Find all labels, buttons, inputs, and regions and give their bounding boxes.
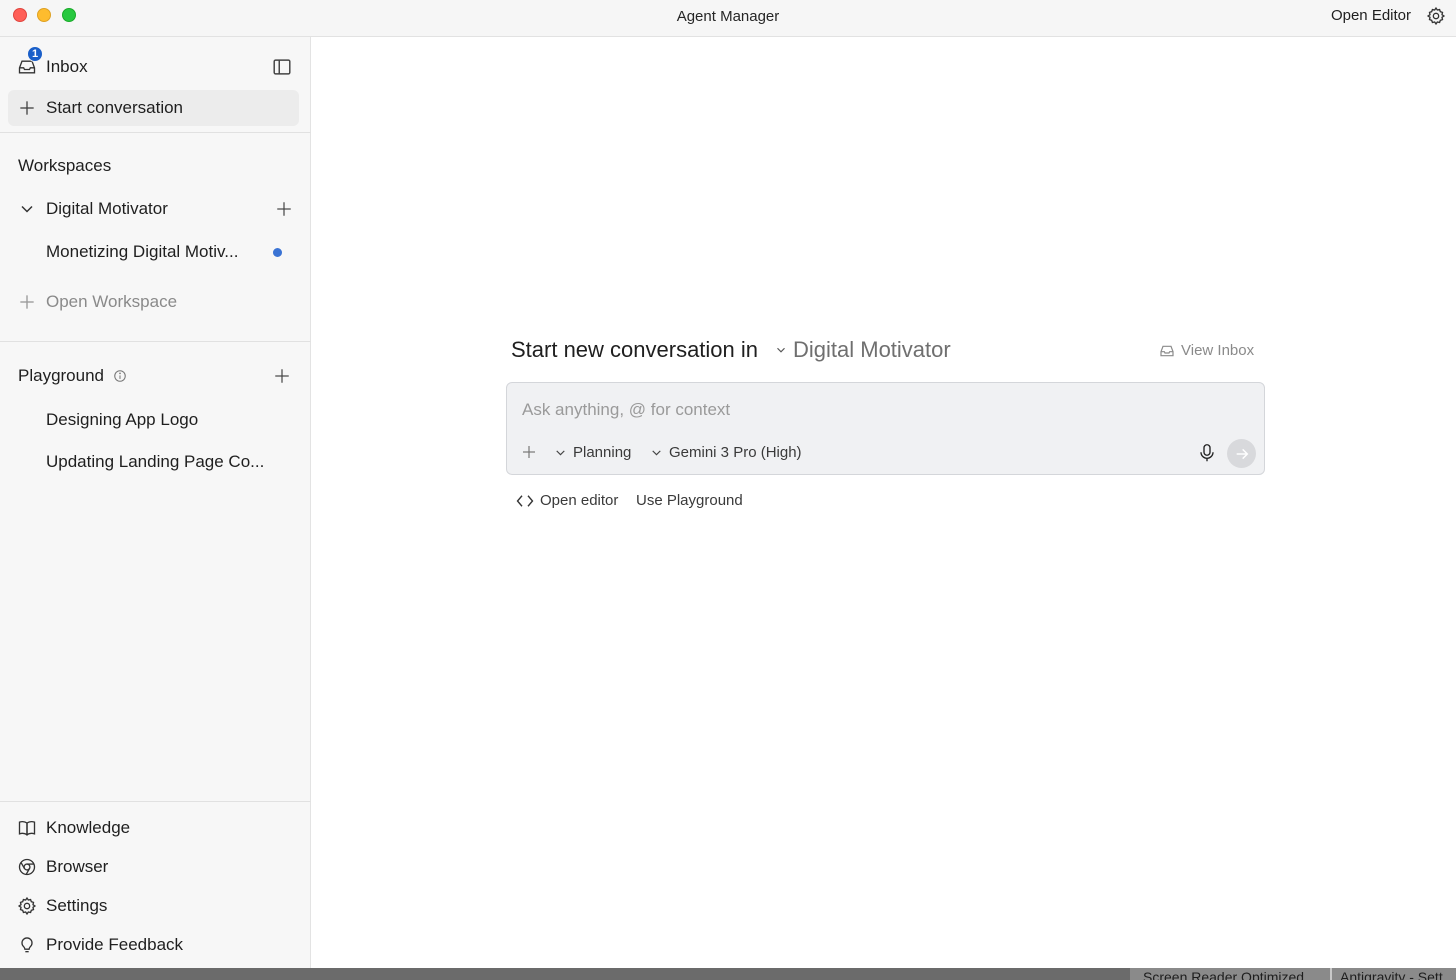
sidebar-item-label: Settings	[46, 896, 108, 915]
chrome-icon	[18, 858, 36, 876]
sidebar-item-settings[interactable]: Settings	[8, 888, 299, 924]
send-button[interactable]	[1227, 439, 1256, 468]
sidebar-divider	[0, 341, 311, 342]
gear-icon	[17, 896, 37, 916]
unread-dot	[273, 248, 282, 257]
code-icon	[516, 494, 534, 507]
model-dropdown[interactable]: Gemini 3 Pro (High)	[650, 444, 802, 461]
view-inbox-label: View Inbox	[1181, 342, 1255, 359]
workspace-digital-motivator[interactable]: Digital Motivator	[8, 191, 299, 227]
status-item-settings[interactable]: Antigravity - Sett	[1340, 969, 1443, 980]
chevron-down-icon	[652, 450, 661, 456]
workspaces-heading: Workspaces	[18, 156, 112, 175]
open-workspace-label: Open Workspace	[46, 292, 178, 311]
chevron-down-icon[interactable]	[17, 199, 37, 219]
inbox-badge: 1	[27, 46, 43, 62]
sidebar-item-knowledge[interactable]: Knowledge	[8, 810, 299, 846]
sidebar-toggle-icon[interactable]	[271, 56, 293, 78]
sidebar-item-inbox[interactable]: 1 Inbox	[8, 46, 299, 85]
app-window: Agent Manager Open Editor 1 Inbox Start …	[0, 0, 1456, 968]
status-item-screen-reader[interactable]: Screen Reader Optimized	[1143, 969, 1304, 980]
open-workspace-button[interactable]: Open Workspace	[8, 284, 299, 320]
status-strip: Screen Reader Optimized Antigravity - Se…	[1130, 968, 1456, 980]
info-icon[interactable]	[113, 369, 127, 383]
add-playground-plus-icon[interactable]	[273, 367, 291, 385]
sidebar-item-label: Knowledge	[46, 818, 131, 837]
chevron-down-icon[interactable]	[774, 343, 788, 357]
compose-heading: Start new conversation in	[511, 337, 759, 362]
settings-gear-icon[interactable]	[1426, 6, 1446, 26]
start-conversation-label: Start conversation	[46, 98, 184, 117]
mode-label: Planning	[573, 444, 632, 461]
playground-item-label: Updating Landing Page Co...	[46, 452, 265, 471]
sidebar-item-label: Provide Feedback	[46, 935, 184, 954]
plus-icon	[20, 101, 34, 115]
chevron-down-icon	[556, 450, 565, 456]
plus-icon	[20, 295, 34, 309]
add-context-plus-icon[interactable]	[521, 444, 537, 460]
microphone-icon[interactable]	[1198, 443, 1216, 463]
open-editor-link[interactable]: Open editor	[516, 492, 618, 509]
workspace-label: Digital Motivator	[46, 199, 168, 218]
mode-dropdown[interactable]: Planning	[554, 444, 631, 461]
view-inbox-link[interactable]: View Inbox	[1159, 342, 1254, 359]
conversation-label: Monetizing Digital Motiv...	[46, 242, 239, 261]
sidebar-item-label: Browser	[46, 857, 109, 876]
sidebar-item-feedback[interactable]: Provide Feedback	[8, 927, 299, 963]
sidebar-item-label: Inbox	[46, 57, 88, 76]
workspace-selector[interactable]: Digital Motivator	[793, 337, 951, 363]
main-content: Start new conversation in Digital Motiva…	[312, 37, 1456, 968]
book-icon	[18, 820, 36, 836]
open-editor-button[interactable]: Open Editor	[1331, 7, 1411, 24]
open-editor-label: Open editor	[540, 492, 619, 509]
playground-item[interactable]: Updating Landing Page Co...	[8, 444, 299, 480]
window-title: Agent Manager	[676, 8, 780, 25]
use-playground-link[interactable]: Use Playground	[636, 492, 743, 509]
model-label: Gemini 3 Pro (High)	[669, 444, 802, 461]
playground-item-label: Designing App Logo	[46, 410, 199, 429]
sidebar-item-browser[interactable]: Browser	[8, 849, 299, 885]
add-conversation-plus-icon[interactable]	[275, 200, 293, 218]
prompt-input[interactable]	[522, 397, 1202, 423]
sidebar: 1 Inbox Start conversation Workspaces Di…	[0, 37, 311, 968]
sidebar-divider	[0, 801, 311, 802]
arrow-right-icon	[1236, 448, 1248, 459]
conversation-item[interactable]: Monetizing Digital Motiv...	[8, 234, 299, 270]
title-bar: Agent Manager Open Editor	[0, 0, 1456, 37]
playground-heading: Playground	[18, 366, 105, 385]
lightbulb-icon	[21, 937, 33, 953]
inbox-icon	[1160, 345, 1174, 356]
playground-item[interactable]: Designing App Logo	[8, 402, 299, 438]
composer-box: Planning Gemini 3 Pro (High)	[506, 382, 1265, 475]
start-conversation-button[interactable]: Start conversation	[8, 90, 299, 126]
status-separator	[1330, 968, 1332, 980]
sidebar-divider	[0, 132, 311, 133]
